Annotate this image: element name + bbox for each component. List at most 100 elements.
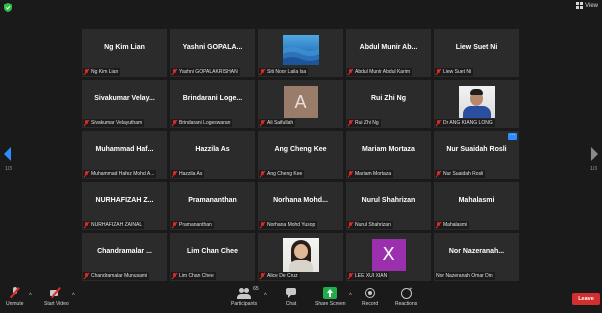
reactions-button[interactable]: Reactions (395, 287, 417, 307)
record-label: Record (362, 301, 379, 307)
start-video-button[interactable]: Start Video (44, 287, 69, 307)
muted-mic-icon (84, 273, 89, 279)
participant-tile[interactable]: X LEE XUI XIAN (346, 233, 431, 281)
video-options-caret-icon[interactable]: ^ (72, 293, 75, 299)
participant-display-name: Ng Kim Lian (104, 44, 145, 51)
leave-button[interactable]: Leave (572, 293, 600, 305)
participant-display-name: NURHAFIZAH Z... (95, 197, 154, 204)
participants-count: 65 (253, 286, 259, 292)
record-button[interactable]: Record (362, 287, 378, 307)
participant-tile[interactable]: Alice De Cruz (258, 233, 343, 281)
participant-name: Hazzila As (179, 171, 203, 177)
participant-name: Yashni GOPALAKRISHAN (179, 69, 238, 75)
participant-name: Pramananthan (179, 222, 212, 228)
participant-tile[interactable]: Mahalasmi Mahalasmi (434, 182, 519, 230)
start-video-label: Start Video (44, 301, 69, 307)
participant-tile[interactable]: Hazzila As Hazzila As (170, 131, 255, 179)
participant-label: Alice De Cruz (259, 272, 300, 280)
muted-mic-icon (84, 120, 89, 126)
participant-tile[interactable]: Chandramalar ... Chandramalar Munusami (82, 233, 167, 281)
participant-name: Liew Suet Ni (443, 69, 472, 75)
share-screen-button[interactable]: Share Screen (315, 287, 346, 307)
participant-tile[interactable]: Liew Suet Ni Liew Suet Ni (434, 29, 519, 77)
participant-tile[interactable]: Ang Cheng Kee Ang Cheng Kee (258, 131, 343, 179)
participant-name: Ang Cheng Kee (267, 171, 303, 177)
unmute-button[interactable]: Unmute (6, 287, 24, 307)
unmute-label: Unmute (6, 301, 24, 307)
participant-name: Siti Noor Laila Isa (267, 69, 307, 75)
participants-icon: 65 (237, 286, 259, 299)
participant-label: Norhana Mohd Yusop (259, 221, 318, 229)
muted-mic-icon (172, 120, 177, 126)
participant-tile[interactable]: Dr ANG KIANG LONG (434, 80, 519, 128)
participant-tile[interactable]: Sivakumar Velay... Sivakumar Velayutham (82, 80, 167, 128)
participant-tile[interactable]: A Ali Saifullah (258, 80, 343, 128)
participant-label: Nurul Shahrizan (347, 221, 393, 229)
participant-display-name: Lim Chan Chee (187, 248, 238, 255)
muted-mic-icon (172, 273, 177, 279)
previous-page-arrow-icon[interactable] (4, 147, 11, 161)
shield-icon[interactable] (4, 3, 12, 12)
participant-tile[interactable]: Yashni GOPALA... Yashni GOPALAKRISHAN (170, 29, 255, 77)
participant-name: Muhammad Hafez Mohd A... (91, 171, 155, 177)
muted-mic-icon (84, 171, 89, 177)
audio-options-caret-icon[interactable]: ^ (29, 293, 32, 299)
participant-tile[interactable]: ··· Nur Suaidah Rosli Nur Suaidah Rosli (434, 131, 519, 179)
participant-display-name: Rui Zhi Ng (371, 95, 406, 102)
chat-label: Chat (285, 301, 297, 307)
chat-button[interactable]: Chat (284, 287, 298, 307)
participant-picture (282, 35, 319, 65)
participant-display-name: Liew Suet Ni (455, 44, 498, 51)
participant-tile[interactable]: Nor Nazeranah... Nor Nazeranah Omar Din (434, 233, 519, 281)
participant-display-name: Nurul Shahrizan (361, 197, 416, 204)
participant-photo (458, 86, 495, 118)
participant-name: Nurul Shahrizan (355, 222, 391, 228)
record-icon (363, 287, 377, 299)
muted-mic-icon (436, 120, 441, 126)
muted-mic-icon (436, 222, 441, 228)
participant-name: Lim Chan Chee (179, 273, 214, 279)
participant-label: Abdul Munir Abdul Karim (347, 68, 413, 76)
participant-tile[interactable]: NURHAFIZAH Z... NURHAFIZAH ZAINAL (82, 182, 167, 230)
participant-label: Muhammad Hafez Mohd A... (83, 170, 157, 178)
participant-tile[interactable]: Mariam Mortaza Mariam Mortaza (346, 131, 431, 179)
more-options-button[interactable]: ··· (508, 132, 517, 140)
participant-tile[interactable]: Muhammad Haf... Muhammad Hafez Mohd A... (82, 131, 167, 179)
muted-mic-icon (260, 273, 265, 279)
participants-button[interactable]: 65 Participants (231, 286, 259, 307)
share-screen-label: Share Screen (315, 301, 346, 307)
camera-off-icon (49, 287, 63, 299)
participant-tile[interactable]: Lim Chan Chee Lim Chan Chee (170, 233, 255, 281)
participant-display-name: Yashni GOPALA... (182, 44, 243, 51)
share-options-caret-icon[interactable]: ^ (349, 293, 352, 299)
avatar: X (371, 239, 406, 271)
participant-tile[interactable]: Norhana Mohd... Norhana Mohd Yusop (258, 182, 343, 230)
participant-display-name: Brindarani Loge... (182, 95, 243, 102)
participant-name: Ng Kim Lian (91, 69, 119, 75)
participant-label: Liew Suet Ni (435, 68, 474, 76)
participant-tile[interactable]: Abdul Munir Ab... Abdul Munir Abdul Kari… (346, 29, 431, 77)
muted-mic-icon (260, 171, 265, 177)
participant-tile[interactable]: Nurul Shahrizan Nurul Shahrizan (346, 182, 431, 230)
muted-mic-icon (172, 171, 177, 177)
muted-mic-icon (348, 69, 353, 75)
participant-label: Rui Zhi Ng (347, 119, 381, 127)
participant-tile[interactable]: Pramananthan Pramananthan (170, 182, 255, 230)
meeting-toolbar: Unmute ^ Start Video ^ 65 Participants ^… (0, 284, 602, 313)
participant-tile[interactable]: Ng Kim Lian Ng Kim Lian (82, 29, 167, 77)
participant-label: Ng Kim Lian (83, 68, 121, 76)
next-page-arrow-icon[interactable] (591, 147, 598, 161)
participant-tile[interactable]: Siti Noor Laila Isa (258, 29, 343, 77)
view-button[interactable]: View (576, 2, 598, 9)
muted-mic-icon (260, 69, 265, 75)
participant-display-name: Norhana Mohd... (273, 197, 328, 204)
participant-tile[interactable]: Brindarani Loge... Brindarani Logeswaran (170, 80, 255, 128)
page-indicator-right: 1/3 (590, 166, 597, 172)
waves-image-icon (282, 47, 319, 65)
participant-name: Nor Nazeranah Omar Din (436, 273, 493, 279)
participant-label: Lim Chan Chee (171, 272, 216, 280)
participant-label: Nor Nazeranah Omar Din (435, 272, 495, 280)
participant-tile[interactable]: Rui Zhi Ng Rui Zhi Ng (346, 80, 431, 128)
participants-options-caret-icon[interactable]: ^ (264, 293, 267, 299)
participant-display-name: Pramananthan (188, 197, 237, 204)
